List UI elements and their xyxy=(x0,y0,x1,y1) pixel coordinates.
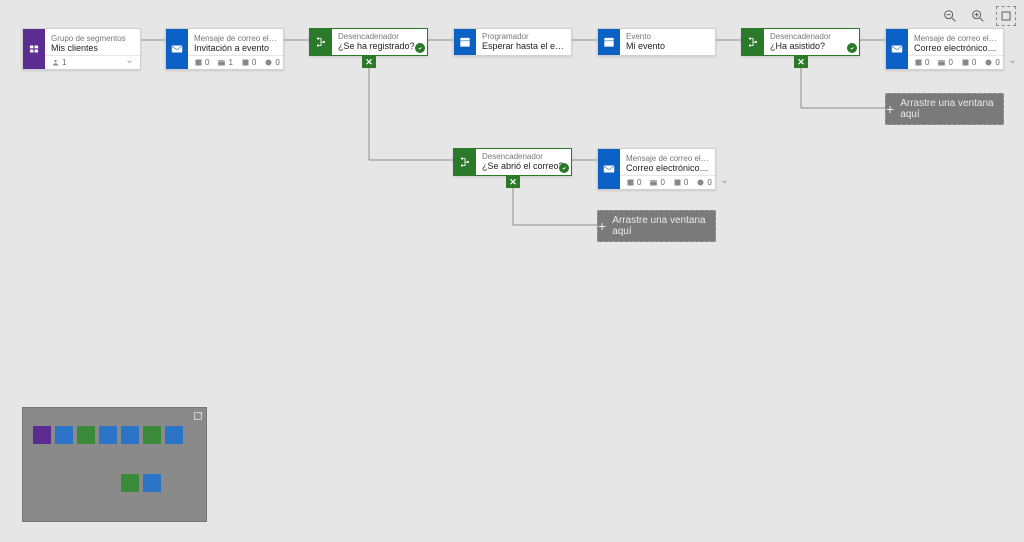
chevron-down-icon[interactable] xyxy=(1008,57,1017,68)
tile-scheduler[interactable]: Programador Esperar hasta el evento xyxy=(453,28,572,56)
tile-label: Mensaje de correo electrónico d… xyxy=(626,154,709,163)
check-badge-icon xyxy=(415,43,425,53)
drop-zone[interactable]: + Arrastre una ventana aquí xyxy=(597,210,716,242)
chevron-down-icon[interactable] xyxy=(125,57,134,68)
segment-icon xyxy=(23,29,45,69)
tile-event[interactable]: Evento Mi evento xyxy=(597,28,716,56)
tile-value: Mis clientes xyxy=(51,43,134,53)
tile-label: Programador xyxy=(482,32,565,41)
mail-icon xyxy=(598,149,620,189)
calendar-icon xyxy=(454,29,476,55)
tile-label: Evento xyxy=(626,32,709,41)
branch-false-tab[interactable]: ✕ xyxy=(362,56,376,68)
tile-label: Desencadenador xyxy=(770,32,853,41)
tile-email-reminder[interactable]: Mensaje de correo electrónico d… Correo … xyxy=(597,148,716,190)
check-badge-icon xyxy=(559,163,569,173)
tile-label: Mensaje de correo electrónico d… xyxy=(194,34,277,43)
minimap-node xyxy=(165,426,183,444)
fit-to-screen-button[interactable] xyxy=(996,6,1016,26)
check-badge-icon xyxy=(847,43,857,53)
tile-footer: 0 0 0 0 xyxy=(908,55,1003,69)
tile-label: Desencadenador xyxy=(482,152,565,161)
tile-value: Invitación a evento xyxy=(194,43,277,53)
drop-label: Arrastre una ventana aquí xyxy=(612,215,715,237)
tile-email-thanks[interactable]: Mensaje de correo electrónico d… Correo … xyxy=(885,28,1004,70)
chevron-down-icon[interactable] xyxy=(720,177,729,188)
mail-icon xyxy=(166,29,188,69)
minimap-node xyxy=(99,426,117,444)
minimap-node xyxy=(55,426,73,444)
tile-trigger-attended[interactable]: Desencadenador ¿Ha asistido? xyxy=(741,28,860,56)
branch-false-tab[interactable]: ✕ xyxy=(794,56,808,68)
tile-trigger-opened[interactable]: Desencadenador ¿Se abrió el correo? xyxy=(453,148,572,176)
tile-value: Correo electrónico de agradec… xyxy=(914,43,997,53)
tile-email-invitation[interactable]: Mensaje de correo electrónico d… Invitac… xyxy=(165,28,284,70)
tile-value: Mi evento xyxy=(626,41,709,51)
tile-value: ¿Se ha registrado? xyxy=(338,41,421,51)
drop-label: Arrastre una ventana aquí xyxy=(900,98,1003,120)
tile-value: ¿Ha asistido? xyxy=(770,41,853,51)
tile-trigger-registered[interactable]: Desencadenador ¿Se ha registrado? xyxy=(309,28,428,56)
minimap-node xyxy=(121,474,139,492)
tile-label: Desencadenador xyxy=(338,32,421,41)
tile-footer: 1 xyxy=(45,55,140,69)
minimap-node xyxy=(33,426,51,444)
tile-value: Correo electrónico de recordat… xyxy=(626,163,709,173)
plus-icon: + xyxy=(598,218,606,234)
trigger-icon xyxy=(742,29,764,55)
tile-label: Grupo de segmentos xyxy=(51,34,134,43)
tile-segment-group[interactable]: Grupo de segmentos Mis clientes 1 xyxy=(22,28,141,70)
tile-label: Mensaje de correo electrónico d… xyxy=(914,34,997,43)
minimap-node xyxy=(77,426,95,444)
branch-false-tab[interactable]: ✕ xyxy=(506,176,520,188)
tile-footer: 0 1 0 0 xyxy=(188,55,283,69)
minimap-node xyxy=(143,426,161,444)
zoom-in-button[interactable] xyxy=(968,6,988,26)
mail-icon xyxy=(886,29,908,69)
tile-footer: 0 0 0 0 xyxy=(620,175,715,189)
calendar-icon xyxy=(598,29,620,55)
drop-zone[interactable]: + Arrastre una ventana aquí xyxy=(885,93,1004,125)
tile-value: ¿Se abrió el correo? xyxy=(482,161,565,171)
plus-icon: + xyxy=(886,101,894,117)
canvas-toolbar xyxy=(940,6,1016,26)
zoom-out-button[interactable] xyxy=(940,6,960,26)
minimap-node xyxy=(121,426,139,444)
trigger-icon xyxy=(310,29,332,55)
trigger-icon xyxy=(454,149,476,175)
minimap-expand-icon[interactable] xyxy=(192,410,204,422)
minimap-node xyxy=(143,474,161,492)
minimap[interactable] xyxy=(22,407,207,522)
tile-value: Esperar hasta el evento xyxy=(482,41,565,51)
